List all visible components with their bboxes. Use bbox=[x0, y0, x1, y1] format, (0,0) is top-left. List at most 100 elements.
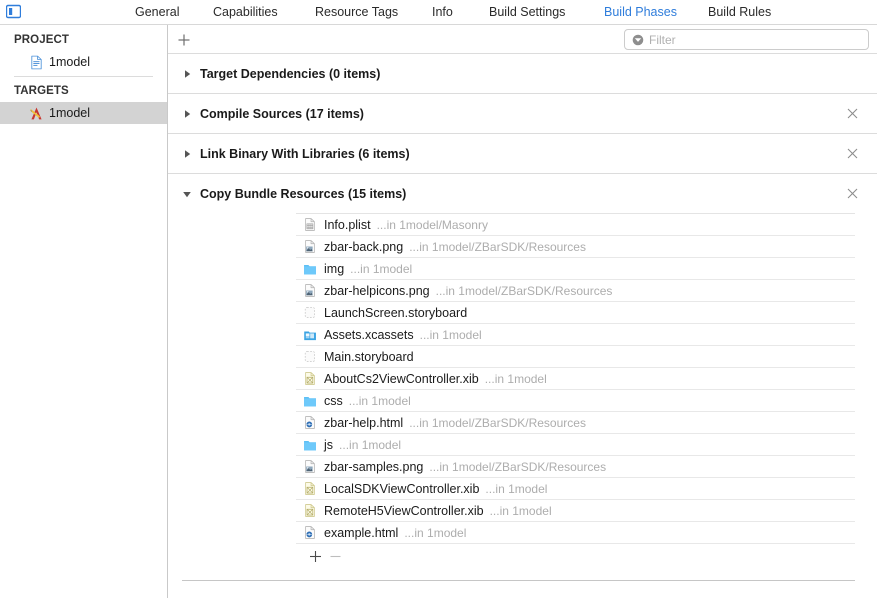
folder-icon bbox=[303, 437, 317, 452]
file-path: ...in 1model bbox=[339, 437, 402, 452]
file-name: RemoteH5ViewController.xib bbox=[324, 503, 484, 518]
table-row[interactable]: Main.storyboard bbox=[296, 346, 855, 368]
phase-body-copy-bundle-resources: Info.plist ...in 1model/Masonry zbar-back… bbox=[168, 213, 877, 568]
file-name: zbar-back.png bbox=[324, 239, 404, 254]
tab-build-rules[interactable]: Build Rules bbox=[708, 0, 771, 24]
file-name: zbar-samples.png bbox=[324, 459, 424, 474]
table-row[interactable]: RemoteH5ViewController.xib ...in 1model bbox=[296, 500, 855, 522]
chevron-down-icon[interactable] bbox=[180, 187, 194, 201]
file-name: zbar-helpicons.png bbox=[324, 283, 430, 298]
tab-build-phases[interactable]: Build Phases bbox=[604, 0, 677, 24]
build-phase-target-dependencies: Target Dependencies (0 items) bbox=[168, 54, 877, 94]
html-file-icon bbox=[303, 525, 317, 540]
file-path: ...in 1model/Masonry bbox=[376, 217, 488, 232]
table-row[interactable]: img ...in 1model bbox=[296, 258, 855, 280]
file-name: js bbox=[324, 437, 334, 452]
xcassets-icon bbox=[303, 327, 317, 342]
close-x-icon[interactable] bbox=[845, 147, 859, 161]
file-path: ...in 1model/ZBarSDK/Resources bbox=[409, 239, 586, 254]
html-file-icon bbox=[303, 415, 317, 430]
add-build-phase-button[interactable] bbox=[175, 31, 193, 49]
sidebar-item-label: 1model bbox=[49, 106, 90, 120]
sidebar-item-label: 1model bbox=[49, 55, 90, 69]
image-file-icon bbox=[303, 459, 317, 474]
file-path: ...in 1model bbox=[348, 393, 411, 408]
project-document-icon bbox=[28, 54, 44, 70]
tab-resource-tags[interactable]: Resource Tags bbox=[315, 0, 398, 24]
sidebar-project-header: PROJECT bbox=[14, 34, 70, 46]
chevron-right-icon[interactable] bbox=[180, 147, 194, 161]
xib-file-icon bbox=[303, 481, 317, 496]
sidebar-project-list: 1model bbox=[0, 51, 167, 73]
sidebar-item-target-1model[interactable]: 1model bbox=[0, 102, 167, 124]
table-row[interactable]: example.html ...in 1model bbox=[296, 522, 855, 544]
phase-header-compile-sources[interactable]: Compile Sources (17 items) bbox=[168, 94, 877, 133]
target-editor-tab-bar: General Capabilities Resource Tags Info Buil… bbox=[0, 0, 877, 25]
filter-input[interactable] bbox=[649, 32, 849, 47]
image-file-icon bbox=[303, 283, 317, 298]
sidebar-targets-header: TARGETS bbox=[14, 85, 69, 97]
project-targets-sidebar: PROJECT 1model TARGETS 1model bbox=[0, 25, 168, 598]
table-row[interactable]: css ...in 1model bbox=[296, 390, 855, 412]
file-path: ...in 1model bbox=[489, 503, 552, 518]
table-row[interactable]: zbar-helpicons.png ...in 1model/ZBarSDK/R… bbox=[296, 280, 855, 302]
bottom-divider bbox=[182, 580, 855, 581]
table-row[interactable]: Assets.xcassets ...in 1model bbox=[296, 324, 855, 346]
build-phase-copy-bundle-resources: Copy Bundle Resources (15 items) Info.pl… bbox=[168, 174, 877, 568]
table-row[interactable]: AboutCs2ViewController.xib ...in 1model bbox=[296, 368, 855, 390]
table-row[interactable]: zbar-help.html ...in 1model/ZBarSDK/Resou… bbox=[296, 412, 855, 434]
app-target-icon bbox=[28, 105, 44, 121]
table-row[interactable]: Info.plist ...in 1model/Masonry bbox=[296, 214, 855, 236]
table-row[interactable]: zbar-back.png ...in 1model/ZBarSDK/Resour… bbox=[296, 236, 855, 258]
file-name: css bbox=[324, 393, 343, 408]
phase-header-copy-bundle-resources[interactable]: Copy Bundle Resources (15 items) bbox=[168, 174, 877, 213]
close-x-icon[interactable] bbox=[845, 187, 859, 201]
file-path: ...in 1model bbox=[485, 481, 548, 496]
file-name: Info.plist bbox=[324, 217, 371, 232]
table-row[interactable]: js ...in 1model bbox=[296, 434, 855, 456]
table-row[interactable]: LaunchScreen.storyboard bbox=[296, 302, 855, 324]
file-name: zbar-help.html bbox=[324, 415, 404, 430]
remove-file-button[interactable] bbox=[325, 547, 345, 565]
tab-capabilities[interactable]: Capabilities bbox=[213, 0, 278, 24]
file-path: ...in 1model/ZBarSDK/Resources bbox=[435, 283, 613, 298]
file-name: LaunchScreen.storyboard bbox=[324, 305, 468, 320]
xib-file-icon bbox=[303, 371, 317, 386]
tab-general[interactable]: General bbox=[135, 0, 179, 24]
chevron-right-icon[interactable] bbox=[180, 107, 194, 121]
phase-header-link-binary-with-libraries[interactable]: Link Binary With Libraries (6 items) bbox=[168, 134, 877, 173]
build-phases-content: Target Dependencies (0 items) Compile Sou… bbox=[168, 25, 877, 598]
file-path: ...in 1model bbox=[419, 327, 482, 342]
phase-title: Compile Sources (17 items) bbox=[200, 106, 364, 121]
phase-title: Target Dependencies (0 items) bbox=[200, 66, 381, 81]
file-path: ...in 1model bbox=[484, 371, 547, 386]
close-x-icon[interactable] bbox=[845, 107, 859, 121]
tab-build-settings[interactable]: Build Settings bbox=[489, 0, 565, 24]
phase-title: Link Binary With Libraries (6 items) bbox=[200, 146, 410, 161]
phase-header-target-dependencies[interactable]: Target Dependencies (0 items) bbox=[168, 54, 877, 93]
build-phase-link-binary-with-libraries: Link Binary With Libraries (6 items) bbox=[168, 134, 877, 174]
storyboard-file-icon bbox=[303, 349, 317, 364]
file-name: img bbox=[324, 261, 345, 276]
filter-field[interactable] bbox=[624, 29, 869, 50]
file-name: Assets.xcassets bbox=[324, 327, 414, 342]
navigator-panel-toggle-icon[interactable] bbox=[5, 3, 22, 20]
add-file-button[interactable] bbox=[305, 547, 325, 565]
table-row[interactable]: LocalSDKViewController.xib ...in 1model bbox=[296, 478, 855, 500]
xib-file-icon bbox=[303, 503, 317, 518]
build-phase-compile-sources: Compile Sources (17 items) bbox=[168, 94, 877, 134]
chevron-right-icon[interactable] bbox=[180, 67, 194, 81]
file-path: ...in 1model bbox=[350, 261, 413, 276]
tab-info[interactable]: Info bbox=[432, 0, 453, 24]
filter-icon bbox=[631, 33, 644, 46]
file-path: ...in 1model bbox=[404, 525, 467, 540]
table-row[interactable]: zbar-samples.png ...in 1model/ZBarSDK/Res… bbox=[296, 456, 855, 478]
sidebar-divider bbox=[14, 76, 153, 77]
file-name: LocalSDKViewController.xib bbox=[324, 481, 480, 496]
sidebar-item-project-1model[interactable]: 1model bbox=[0, 51, 167, 73]
sidebar-targets-list: 1model bbox=[0, 102, 167, 124]
folder-icon bbox=[303, 393, 317, 408]
storyboard-file-icon bbox=[303, 305, 317, 320]
resource-file-table: Info.plist ...in 1model/Masonry zbar-back… bbox=[296, 213, 855, 544]
file-name: AboutCs2ViewController.xib bbox=[324, 371, 479, 386]
